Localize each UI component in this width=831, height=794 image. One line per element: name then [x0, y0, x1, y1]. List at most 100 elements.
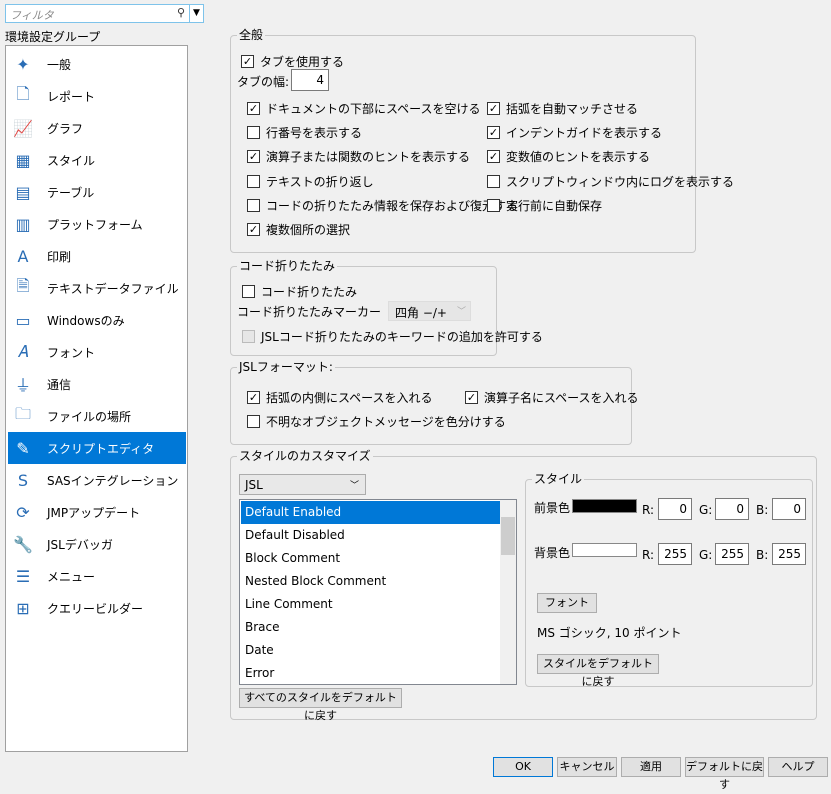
- general-title: 全般: [237, 28, 266, 42]
- sidebar-item[interactable]: ⟳ JMPアップデート: [8, 496, 186, 528]
- label: 括弧を自動マッチさせる: [506, 102, 639, 116]
- sidebar-item-label: JSLデバッガ: [47, 537, 113, 552]
- general-option-checkbox[interactable]: スクリプトウィンドウ内にログを表示する: [487, 173, 734, 190]
- fg-g-input[interactable]: 0: [715, 498, 749, 520]
- style-list-item[interactable]: Block Comment: [241, 547, 500, 570]
- sidebar-item[interactable]: ▥ プラットフォーム: [8, 208, 186, 240]
- sidebar-item[interactable]: ✦ 一般: [8, 48, 186, 80]
- general-option-checkbox[interactable]: コードの折りたたみ情報を保存および復元する: [247, 197, 518, 214]
- sidebar-item[interactable]: S SASインテグレーション: [8, 464, 186, 496]
- style-list-item[interactable]: Default Enabled: [241, 501, 500, 524]
- code-folding-checkbox[interactable]: コード折りたたみ: [242, 283, 357, 300]
- label: テキストの折り返し: [266, 174, 374, 189]
- ok-button[interactable]: OK: [493, 757, 553, 777]
- use-tabs-checkbox[interactable]: ✓ タブを使用する: [241, 53, 344, 70]
- sidebar-item[interactable]: A 印刷: [8, 240, 186, 272]
- sidebar-item[interactable]: ✎ スクリプトエディタ: [8, 432, 186, 464]
- chevron-down-icon: ﹀: [349, 481, 359, 491]
- label: JSLコード折りたたみのキーワードの追加を許可する: [261, 330, 543, 344]
- checkbox-box: [247, 198, 260, 212]
- sidebar-item-label: スクリプトエディタ: [47, 441, 155, 456]
- sidebar-item[interactable]: 🗎 テキストデータファイル: [8, 272, 186, 304]
- sidebar-item-label: スタイル: [47, 153, 96, 168]
- general-option-checkbox[interactable]: 行番号を表示する: [247, 124, 362, 141]
- report-icon: 🗋: [16, 83, 30, 103]
- platform-icon: ▥: [15, 214, 31, 234]
- style-list-item[interactable]: Brace: [241, 616, 500, 639]
- general-option-checkbox[interactable]: ✓ 演算子または関数のヒントを表示する: [247, 148, 470, 165]
- help-button[interactable]: ヘルプ: [768, 757, 828, 777]
- general-option-checkbox[interactable]: ✓ ドキュメントの下部にスペースを空ける: [247, 100, 481, 117]
- general-option-checkbox[interactable]: ✓ インデントガイドを表示する: [487, 124, 662, 141]
- fg-r-input[interactable]: 0: [658, 498, 692, 520]
- label: タブを使用する: [260, 55, 345, 69]
- general-option-checkbox[interactable]: ✓ 変数値のヒントを表示する: [487, 148, 650, 165]
- sidebar-item[interactable]: ⊞ クエリービルダー: [8, 592, 186, 624]
- txt-file-icon: 🗎: [16, 275, 30, 295]
- sidebar-item[interactable]: ▦ スタイル: [8, 144, 186, 176]
- filter-input[interactable]: フィルタ ⚲: [5, 4, 190, 23]
- query-icon: ⊞: [16, 598, 30, 618]
- scrollbar[interactable]: [500, 500, 516, 684]
- marker-select[interactable]: 四角 −/+ ﹀: [388, 301, 471, 321]
- style-list[interactable]: Default Enabled Default Disabled Block Com…: [239, 499, 517, 685]
- format-option-checkbox[interactable]: 不明なオブジェクトメッセージを色分けする: [247, 413, 506, 430]
- reset-style-button[interactable]: スタイルをデフォルトに戻す: [537, 654, 659, 688]
- sidebar-item-label: プラットフォーム: [47, 217, 143, 232]
- sidebar-item[interactable]: 📈 グラフ: [8, 112, 186, 144]
- tab-width-input[interactable]: 4: [291, 69, 329, 91]
- checkbox-box: [242, 285, 255, 298]
- general-group: 全般 ✓ タブを使用する タブの幅: 4 ✓ ドキュメントの下部にスペースを空ける行…: [230, 28, 734, 253]
- preference-group-list[interactable]: ✦ 一般 🗋 レポート 📈 グラフ ▦ スタイル ▤ テーブル ▥ プラットフォーム A 印刷 🗎 テキストデ…: [5, 45, 188, 752]
- label: 行番号を表示する: [266, 126, 363, 141]
- folder-icon: 🗀: [14, 403, 31, 423]
- sidebar-item[interactable]: ⏚ 通信: [8, 368, 186, 400]
- reset-all-styles-button[interactable]: すべてのスタイルをデフォルトに戻す: [239, 688, 402, 722]
- fg-b-input[interactable]: 0: [772, 498, 806, 520]
- cancel-button[interactable]: キャンセル: [557, 757, 617, 777]
- sidebar-item[interactable]: 🗋 レポート: [8, 80, 186, 112]
- checkbox-box: ✓: [247, 102, 260, 115]
- sidebar-item[interactable]: ▭ Windowsのみ: [8, 304, 186, 336]
- filter-dropdown-button[interactable]: ▼: [189, 4, 204, 23]
- restore-defaults-button[interactable]: デフォルトに戻す: [685, 757, 764, 791]
- style-list-item[interactable]: Line Comment: [241, 593, 500, 616]
- style-list-item[interactable]: Default Disabled: [241, 524, 500, 547]
- bg-color-swatch[interactable]: [572, 543, 637, 557]
- sidebar-item-label: クエリービルダー: [47, 601, 144, 616]
- bg-label: 背景色: [534, 546, 571, 560]
- general-option-checkbox[interactable]: ✓ 括弧を自動マッチさせる: [487, 100, 638, 117]
- general-option-checkbox[interactable]: ✓ 複数個所の選択: [247, 221, 350, 238]
- sidebar-item[interactable]: ☰ メニュー: [8, 560, 186, 592]
- sidebar-item-label: テキストデータファイル: [47, 281, 179, 296]
- sidebar-item-label: フォント: [47, 345, 96, 360]
- sidebar-item[interactable]: 𝐴 フォント: [8, 336, 186, 368]
- general-option-checkbox[interactable]: 実行前に自動保存: [487, 197, 602, 214]
- language-value: JSL: [245, 478, 263, 492]
- bg-g-input[interactable]: 255: [715, 543, 749, 565]
- sidebar-item[interactable]: ▤ テーブル: [8, 176, 186, 208]
- sidebar-item-label: 通信: [47, 377, 72, 392]
- bg-r-input[interactable]: 255: [658, 543, 692, 565]
- apply-button[interactable]: 適用: [621, 757, 681, 777]
- fg-color-swatch[interactable]: [572, 499, 637, 513]
- format-option-checkbox[interactable]: ✓ 演算子名にスペースを入れる: [465, 389, 639, 406]
- style-list-item[interactable]: Date: [241, 639, 500, 662]
- format-option-checkbox[interactable]: ✓ 括弧の内側にスペースを入れる: [247, 389, 433, 406]
- font-button[interactable]: フォント: [537, 593, 597, 613]
- bg-b-input[interactable]: 255: [772, 543, 806, 565]
- checkbox-box: [247, 126, 260, 140]
- language-select[interactable]: JSL ﹀: [239, 474, 366, 495]
- style-list-item[interactable]: Error: [241, 662, 500, 684]
- wrench-icon: 🔧: [13, 534, 33, 554]
- checkbox-box: ✓: [487, 150, 500, 164]
- general-option-checkbox[interactable]: テキストの折り返し: [247, 173, 374, 190]
- style-list-item[interactable]: Nested Block Comment: [241, 570, 500, 593]
- print-icon: A: [17, 246, 29, 266]
- sidebar-item[interactable]: 🔧 JSLデバッガ: [8, 528, 186, 560]
- jsl-keywords-checkbox[interactable]: JSLコード折りたたみのキーワードの追加を許可する: [242, 328, 543, 345]
- scrollbar-thumb[interactable]: [501, 517, 515, 555]
- checkbox-box: [247, 415, 260, 428]
- sidebar-item[interactable]: 🗀 ファイルの場所: [8, 400, 186, 432]
- style-customize-group: スタイルのカスタマイズ JSL ﹀ Default Enabled Default …: [230, 449, 817, 722]
